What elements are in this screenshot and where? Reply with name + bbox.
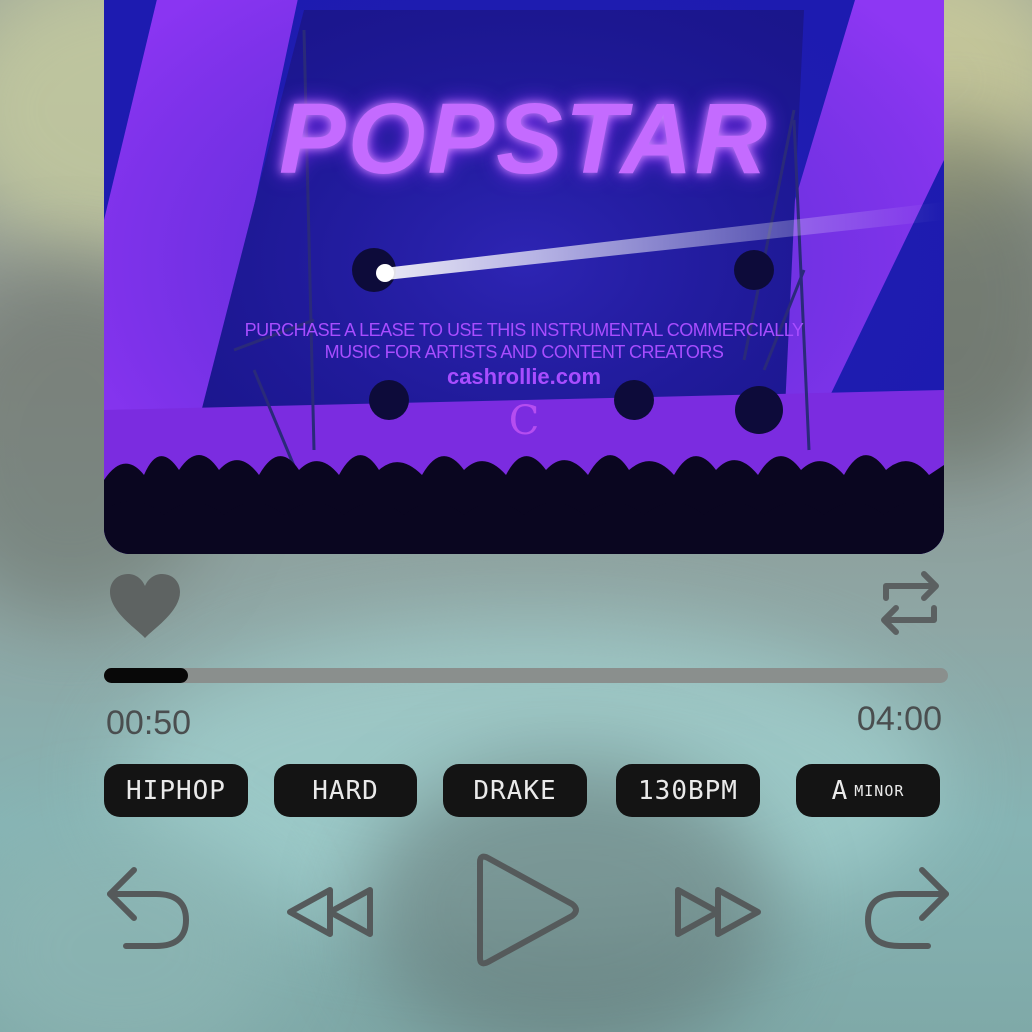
rewind-icon xyxy=(287,887,373,937)
redo-icon xyxy=(865,867,949,949)
cover-website: cashrollie.com xyxy=(446,364,602,389)
repeat-button[interactable] xyxy=(876,568,944,638)
current-time: 00:50 xyxy=(106,704,192,742)
total-duration: 04:00 xyxy=(856,700,942,738)
cover-title: POPSTAR xyxy=(279,83,769,195)
undo-button[interactable] xyxy=(104,864,194,954)
tag-mood: HARD xyxy=(274,764,417,817)
cover-lease-text: PURCHASE A LEASE TO USE THIS INSTRUMENTA… xyxy=(244,320,804,340)
progress-fill xyxy=(104,668,189,683)
tag-key: A MINOR xyxy=(796,764,940,817)
album-cover: POPSTAR PURCHASE A LEASE TO USE THIS INS… xyxy=(104,0,944,554)
play-icon xyxy=(477,853,579,967)
repeat-icon xyxy=(881,571,939,635)
like-button[interactable] xyxy=(108,572,182,642)
fast-forward-icon xyxy=(675,887,761,937)
undo-icon xyxy=(107,867,189,949)
tag-tempo: 130BPM xyxy=(616,764,760,817)
cover-logo: C xyxy=(508,398,540,444)
play-button[interactable] xyxy=(472,850,584,970)
fast-forward-button[interactable] xyxy=(672,882,764,942)
redo-button[interactable] xyxy=(860,864,952,954)
rewind-button[interactable] xyxy=(284,882,376,942)
tag-artist: DRAKE xyxy=(443,764,587,817)
heart-icon xyxy=(110,574,180,638)
cover-subtitle-text: MUSIC FOR ARTISTS AND CONTENT CREATORS xyxy=(324,342,724,362)
tag-genre: HIPHOP xyxy=(104,764,248,817)
progress-bar[interactable] xyxy=(104,668,948,683)
